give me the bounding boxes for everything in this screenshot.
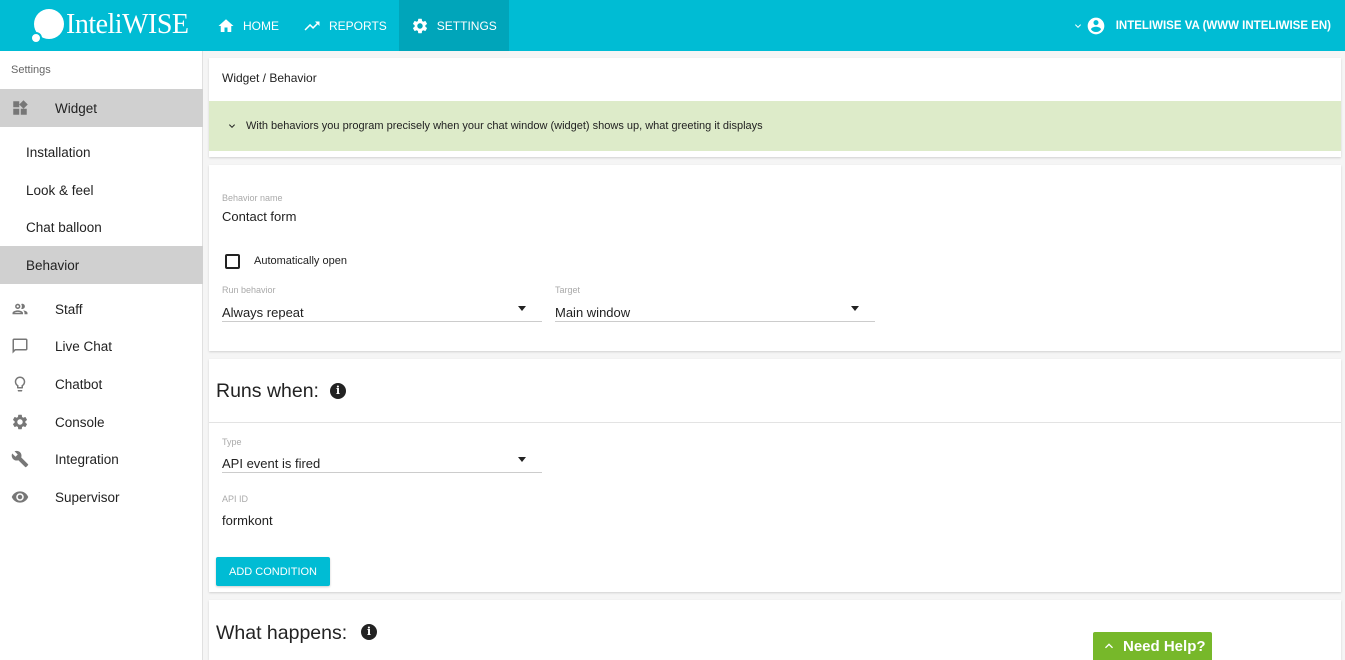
runs-when-card: Runs when: i Type API event is fired API…: [209, 359, 1341, 592]
gear-icon: [412, 18, 427, 33]
behavior-settings-card: Behavior name Contact form Automatically…: [209, 165, 1341, 351]
info-banner-text: With behaviors you program precisely whe…: [246, 120, 763, 132]
auto-open-checkbox[interactable]: [225, 254, 240, 269]
sidebar-item-staff[interactable]: Staff: [0, 291, 203, 327]
sidebar-title: Settings: [11, 64, 51, 76]
sidebar: Settings Widget Installation Look & feel…: [0, 51, 203, 660]
type-label: Type: [222, 437, 242, 447]
behavior-name-label: Behavior name: [222, 193, 283, 203]
logo-text: InteliWISE: [66, 9, 189, 40]
run-behavior-value: Always repeat: [222, 305, 304, 320]
people-icon: [11, 300, 29, 318]
sidebar-item-widget[interactable]: Widget: [0, 89, 203, 127]
top-app-bar: InteliWISE HOME REPORTS SETTINGS INTELIW…: [0, 0, 1345, 51]
user-name: INTELIWISE VA (WWW INTELIWISE EN): [1115, 19, 1331, 32]
what-happens-title: What happens:: [216, 622, 348, 644]
logo[interactable]: InteliWISE: [30, 6, 189, 44]
target-label: Target: [555, 285, 581, 295]
target-select[interactable]: Main window: [555, 301, 875, 322]
sidebar-item-label: Chat balloon: [26, 219, 102, 235]
sidebar-item-installation[interactable]: Installation: [0, 134, 203, 170]
dropdown-arrow-icon: [851, 306, 859, 311]
runs-when-title: Runs when:: [216, 380, 319, 402]
chevron-down-icon[interactable]: [226, 120, 238, 132]
type-value: API event is fired: [222, 456, 321, 471]
auto-open-label: Automatically open: [254, 255, 347, 267]
sidebar-item-supervisor[interactable]: Supervisor: [0, 479, 203, 515]
sidebar-item-label: Widget: [55, 100, 98, 116]
header-card: Widget / Behavior With behaviors you pro…: [209, 58, 1341, 157]
wrench-icon: [11, 450, 29, 468]
home-icon: [218, 18, 234, 32]
type-select[interactable]: API event is fired: [222, 452, 542, 473]
info-icon[interactable]: i: [330, 383, 346, 399]
sidebar-item-behavior[interactable]: Behavior: [0, 246, 203, 284]
info-icon[interactable]: i: [361, 624, 377, 640]
nav-settings[interactable]: SETTINGS: [398, 0, 509, 51]
target-value: Main window: [555, 305, 631, 320]
sidebar-item-integration[interactable]: Integration: [0, 441, 203, 477]
chat-icon: [11, 337, 29, 355]
sidebar-item-label: Supervisor: [55, 489, 120, 505]
trending-up-icon: [304, 21, 320, 30]
need-help-label: Need Help?: [1123, 637, 1206, 655]
eye-icon: [11, 488, 29, 506]
dropdown-arrow-icon: [518, 457, 526, 462]
logo-mark-icon: [30, 6, 70, 44]
sidebar-item-label: Staff: [55, 301, 83, 317]
add-condition-button[interactable]: ADD CONDITION: [216, 557, 330, 586]
run-behavior-label: Run behavior: [222, 285, 276, 295]
main-nav: HOME REPORTS SETTINGS: [205, 0, 509, 51]
sidebar-item-label: Console: [55, 414, 105, 430]
sidebar-item-label: Installation: [26, 144, 91, 160]
sidebar-item-label: Chatbot: [55, 376, 103, 392]
user-menu[interactable]: INTELIWISE VA (WWW INTELIWISE EN): [1072, 0, 1331, 51]
nav-reports[interactable]: REPORTS: [291, 0, 399, 51]
sidebar-item-console[interactable]: Console: [0, 404, 203, 440]
nav-settings-label: SETTINGS: [436, 18, 497, 33]
api-id-field[interactable]: formkont: [222, 513, 273, 528]
behavior-name-field[interactable]: Contact form: [222, 209, 296, 224]
lightbulb-icon: [11, 375, 29, 393]
breadcrumb: Widget / Behavior: [222, 71, 317, 85]
gear-icon: [11, 413, 29, 431]
sidebar-item-label: Look & feel: [26, 182, 94, 198]
widget-icon: [11, 99, 29, 117]
sidebar-item-chat-balloon[interactable]: Chat balloon: [0, 209, 203, 245]
nav-reports-label: REPORTS: [329, 18, 387, 33]
sidebar-item-label: Live Chat: [55, 338, 113, 354]
info-banner[interactable]: With behaviors you program precisely whe…: [209, 101, 1341, 151]
chevron-up-icon: [1105, 643, 1113, 649]
sidebar-item-label: Behavior: [26, 257, 80, 273]
chevron-down-icon: [1074, 23, 1081, 28]
sidebar-item-label: Integration: [55, 451, 119, 467]
api-id-label: API ID: [222, 494, 249, 504]
sidebar-item-live-chat[interactable]: Live Chat: [0, 328, 203, 364]
dropdown-arrow-icon: [518, 306, 526, 311]
account-circle-icon: [1087, 17, 1105, 34]
nav-home[interactable]: HOME: [205, 0, 291, 51]
sidebar-item-chatbot[interactable]: Chatbot: [0, 366, 203, 402]
run-behavior-select[interactable]: Always repeat: [222, 301, 542, 322]
need-help-button[interactable]: Need Help?: [1093, 632, 1212, 660]
sidebar-item-look-and-feel[interactable]: Look & feel: [0, 172, 203, 208]
nav-home-label: HOME: [243, 18, 279, 33]
divider: [209, 422, 1341, 423]
